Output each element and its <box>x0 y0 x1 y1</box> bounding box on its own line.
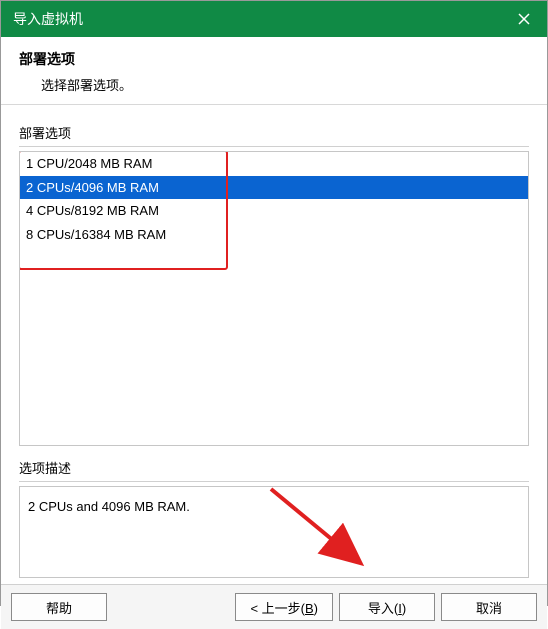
page-title: 部署选项 <box>19 49 529 69</box>
wizard-header: 部署选项 选择部署选项。 <box>1 37 547 105</box>
nav-buttons: < 上一步(B) 导入(I) 取消 <box>235 593 537 621</box>
options-listbox[interactable]: 1 CPU/2048 MB RAM 2 CPUs/4096 MB RAM 4 C… <box>19 151 529 446</box>
titlebar: 导入虚拟机 <box>1 1 547 37</box>
options-list: 1 CPU/2048 MB RAM 2 CPUs/4096 MB RAM 4 C… <box>20 152 528 246</box>
options-label: 部署选项 <box>19 123 529 142</box>
description-section: 选项描述 2 CPUs and 4096 MB RAM. <box>19 458 529 578</box>
page-subtitle: 选择部署选项。 <box>41 75 529 94</box>
description-label: 选项描述 <box>19 458 529 477</box>
back-button[interactable]: < 上一步(B) <box>235 593 333 621</box>
content-area: 部署选项 1 CPU/2048 MB RAM 2 CPUs/4096 MB RA… <box>1 105 547 584</box>
divider <box>19 146 529 147</box>
help-button[interactable]: 帮助 <box>11 593 107 621</box>
close-icon <box>518 13 530 25</box>
description-box: 2 CPUs and 4096 MB RAM. <box>19 486 529 578</box>
import-vm-dialog: 导入虚拟机 部署选项 选择部署选项。 部署选项 1 CPU/2048 MB RA… <box>0 0 548 606</box>
description-text: 2 CPUs and 4096 MB RAM. <box>28 499 190 514</box>
divider <box>19 481 529 482</box>
cancel-button[interactable]: 取消 <box>441 593 537 621</box>
list-item[interactable]: 1 CPU/2048 MB RAM <box>20 152 528 176</box>
list-item[interactable]: 8 CPUs/16384 MB RAM <box>20 223 528 247</box>
list-item[interactable]: 2 CPUs/4096 MB RAM <box>20 176 528 200</box>
button-bar: 帮助 < 上一步(B) 导入(I) 取消 <box>1 584 547 629</box>
import-button[interactable]: 导入(I) <box>339 593 435 621</box>
close-button[interactable] <box>501 1 547 37</box>
window-title: 导入虚拟机 <box>13 9 83 29</box>
list-item[interactable]: 4 CPUs/8192 MB RAM <box>20 199 528 223</box>
